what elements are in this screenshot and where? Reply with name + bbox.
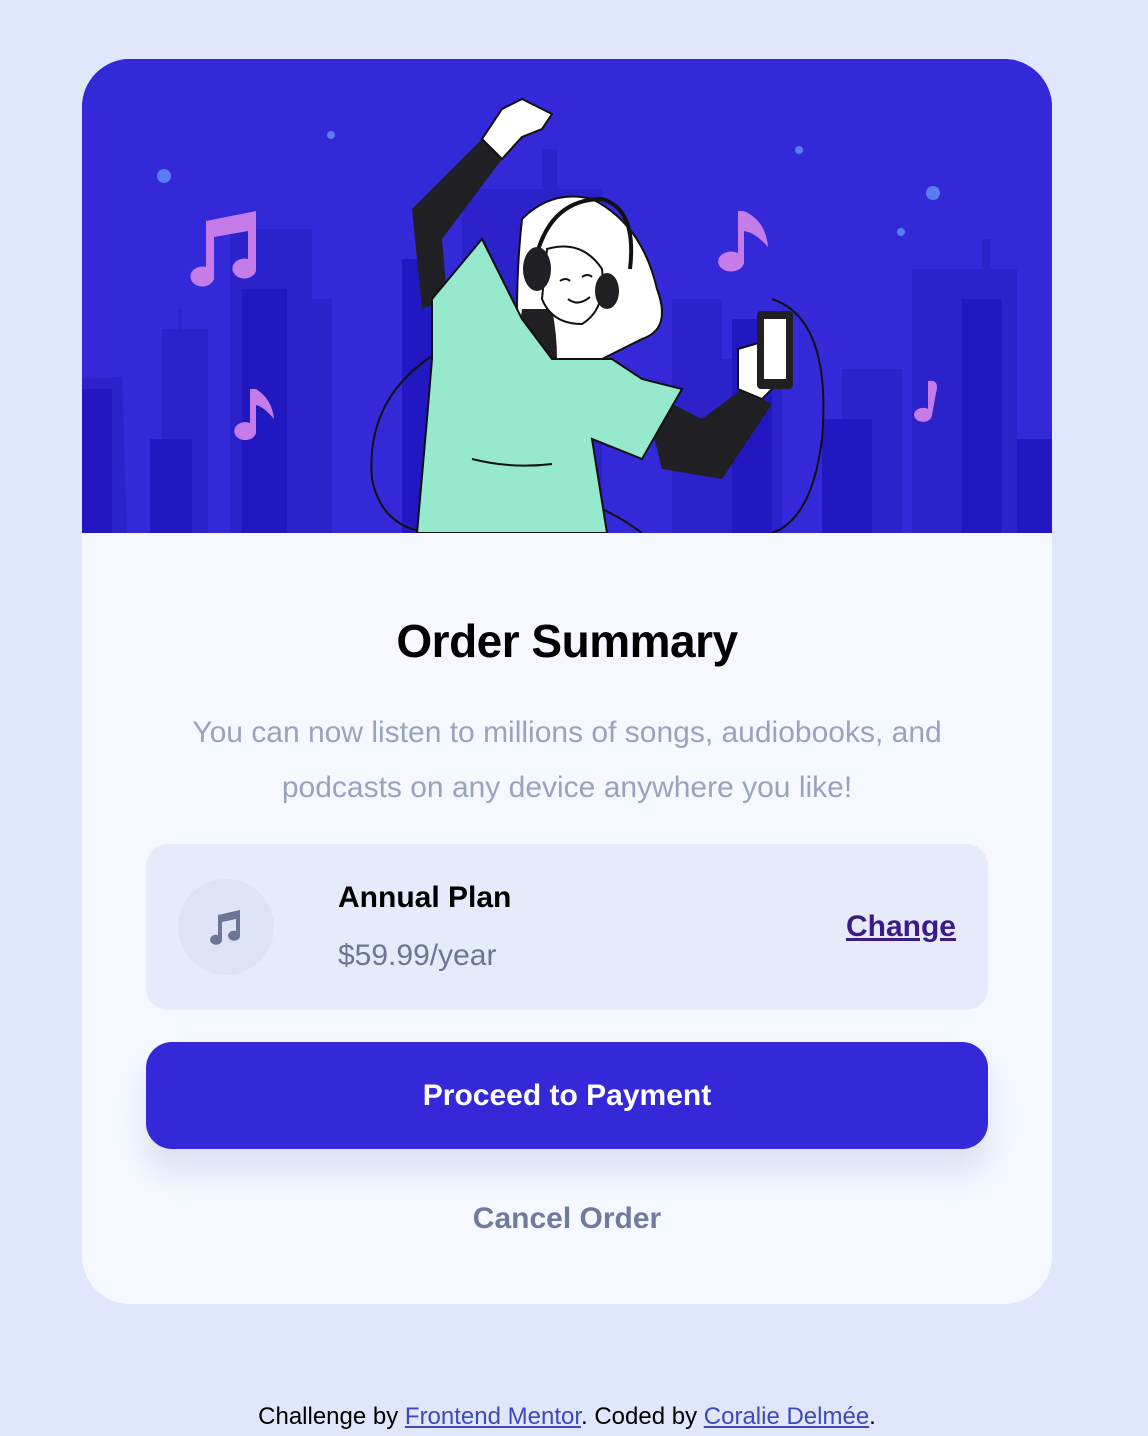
hero-illustration [82,59,1052,533]
music-note-icon [178,879,274,975]
music-note-glyph [210,910,241,945]
plan-price: $59.99/year [338,939,497,972]
person-dancing-with-headphones-illustration [82,59,1052,533]
change-plan-link[interactable]: Change [846,907,956,947]
cancel-order-button[interactable]: Cancel Order [82,1195,1052,1243]
attribution-challenge-text: Challenge by [258,1403,405,1430]
summary-description: You can now listen to millions of songs,… [192,716,942,804]
page-title: Order Summary [396,615,738,667]
author-link[interactable]: Coralie Delmée [704,1403,869,1430]
order-summary-card: Order Summary You can now listen to mill… [82,59,1052,1304]
attribution-coded-text: . Coded by [581,1403,704,1430]
attribution-suffix: . [869,1403,876,1430]
plan-panel: Annual Plan $59.99/year Change [146,844,988,1010]
frontend-mentor-link[interactable]: Frontend Mentor [405,1403,581,1430]
proceed-to-payment-button[interactable]: Proceed to Payment [146,1042,988,1149]
attribution: Challenge by Frontend Mentor. Coded by C… [0,1398,1134,1436]
plan-name: Annual Plan [338,881,512,914]
